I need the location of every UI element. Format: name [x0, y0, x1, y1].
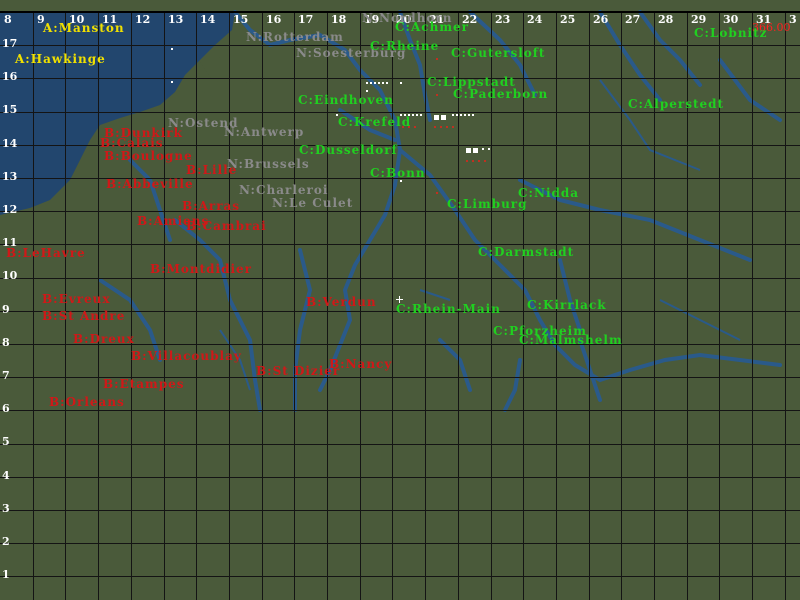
base-label-neutral[interactable]: N:Charleroi: [239, 184, 328, 196]
unit-markers: [171, 48, 490, 303]
base-label-german[interactable]: C:Darmstadt: [478, 246, 574, 258]
base-label-german[interactable]: C:Paderborn: [453, 88, 548, 100]
base-label-neutral[interactable]: N:Rotterdam: [246, 31, 344, 43]
base-label-british[interactable]: B:Evreux: [42, 293, 111, 305]
base-label-british[interactable]: B:Arras: [182, 200, 240, 212]
base-label-german[interactable]: C:Alperstedt: [628, 98, 724, 110]
base-label-british[interactable]: B:Orleans: [49, 396, 125, 408]
base-label-german[interactable]: C:Eindhoven: [298, 94, 394, 106]
base-label-german[interactable]: C:Rheine: [370, 40, 439, 52]
base-label-german[interactable]: C:Kirrlack: [527, 299, 607, 311]
base-label-german[interactable]: C:Lobnitz: [694, 27, 767, 39]
base-label-british[interactable]: B:St Dizier: [256, 365, 340, 377]
base-label-british[interactable]: B:Montdidier: [150, 263, 252, 275]
base-label-allied[interactable]: A:Manston: [43, 22, 125, 34]
base-label-british[interactable]: B:Dreux: [73, 333, 135, 345]
base-label-british[interactable]: B:Amiens: [137, 215, 209, 227]
base-label-german[interactable]: C:Malmshelm: [519, 334, 623, 346]
base-label-british[interactable]: B:St Andre: [42, 310, 125, 322]
base-label-german[interactable]: C:Gutersloft: [451, 47, 545, 59]
base-label-german[interactable]: C:Krefeld: [338, 116, 411, 128]
base-label-british[interactable]: B:Etampes: [103, 378, 185, 390]
base-label-british[interactable]: B:Villacoublay: [131, 350, 242, 362]
base-label-british[interactable]: B:Abbeville: [106, 178, 194, 190]
base-label-neutral[interactable]: N:Brussels: [227, 158, 310, 170]
base-label-neutral[interactable]: N:Antwerp: [224, 126, 304, 138]
base-label-german[interactable]: C:Achmer: [395, 21, 469, 33]
base-label-german[interactable]: C:Limburg: [447, 198, 528, 210]
base-label-neutral[interactable]: N:Le Culet: [272, 197, 353, 209]
base-label-allied[interactable]: A:Hawkinge: [15, 53, 106, 65]
base-label-german[interactable]: C:Dusseldorf: [299, 144, 398, 156]
base-label-british[interactable]: B:Verdun: [306, 296, 377, 308]
base-label-british[interactable]: B:Calais: [100, 137, 164, 149]
tactical-map[interactable]: 8 9 10 11 12 13 14 15 16 17 18 19 20 21 22 23 24 25 26 27 28…: [0, 0, 800, 600]
base-label-british[interactable]: B:Boulogne: [104, 150, 193, 162]
base-label-british[interactable]: B:LeHavre: [6, 247, 86, 259]
base-label-german[interactable]: C:Bonn: [370, 167, 426, 179]
base-label-german[interactable]: C:Rhein-Main: [396, 303, 501, 315]
